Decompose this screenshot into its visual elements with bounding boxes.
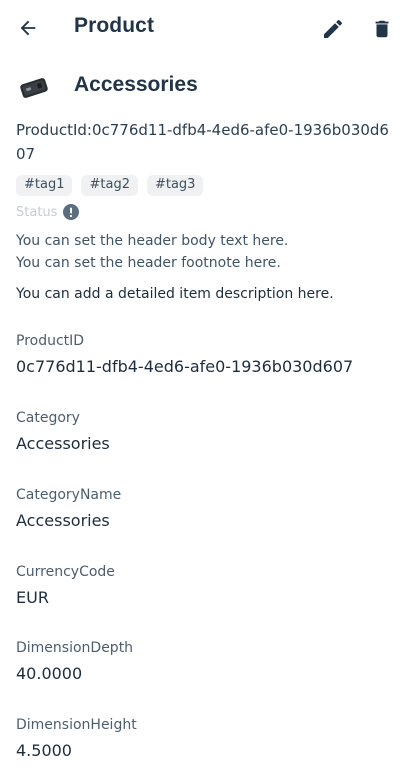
info-circle-icon: [63, 204, 80, 220]
status-label: Status: [16, 204, 58, 220]
field-label: DimensionHeight: [16, 717, 137, 733]
field-value: Accessories: [16, 511, 110, 530]
field-label: Category: [16, 410, 80, 426]
field-value: 4.5000: [16, 741, 72, 760]
tag-list: #tag1 #tag2 #tag3: [16, 175, 204, 196]
field-label: DimensionDepth: [16, 640, 134, 656]
tag: #tag2: [81, 175, 138, 196]
field-dimension-height: DimensionHeight 4.5000: [16, 716, 137, 761]
header-body-text: You can set the header body text here.: [16, 233, 289, 249]
field-value: EUR: [16, 588, 49, 607]
product-subtitle: ProductId:0c776d11-dfb4-4ed6-afe0-1936b0…: [16, 121, 389, 163]
field-product-id: ProductID 0c776d11-dfb4-4ed6-afe0-1936b0…: [16, 332, 353, 377]
edit-button[interactable]: [316, 12, 350, 46]
item-description: You can add a detailed item description …: [16, 286, 334, 302]
tag: #tag1: [16, 175, 73, 196]
field-value: 40.0000: [16, 664, 83, 683]
arrow-left-icon: [20, 20, 36, 36]
page-title: Product: [74, 14, 155, 37]
pencil-icon: [324, 19, 343, 38]
trash-icon: [375, 20, 389, 38]
back-button[interactable]: [12, 12, 44, 44]
header-footnote: You can set the header footnote here.: [16, 255, 281, 271]
field-currency-code: CurrencyCode EUR: [16, 563, 115, 608]
delete-button[interactable]: [366, 12, 398, 46]
field-value: 0c776d11-dfb4-4ed6-afe0-1936b030d607: [16, 357, 354, 376]
tag: #tag3: [146, 175, 204, 196]
field-value: Accessories: [16, 434, 110, 453]
field-dimension-depth: DimensionDepth 40.0000: [16, 639, 133, 684]
status-row: Status: [16, 204, 80, 220]
product-title: Accessories: [74, 73, 198, 96]
app-bar: Product: [0, 0, 404, 56]
field-category: Category Accessories: [16, 409, 110, 454]
product-thumbnail: [18, 74, 50, 102]
field-label: CurrencyCode: [16, 564, 115, 580]
field-category-name: CategoryName Accessories: [16, 486, 121, 531]
field-label: ProductID: [16, 333, 85, 349]
field-label: CategoryName: [16, 487, 122, 503]
